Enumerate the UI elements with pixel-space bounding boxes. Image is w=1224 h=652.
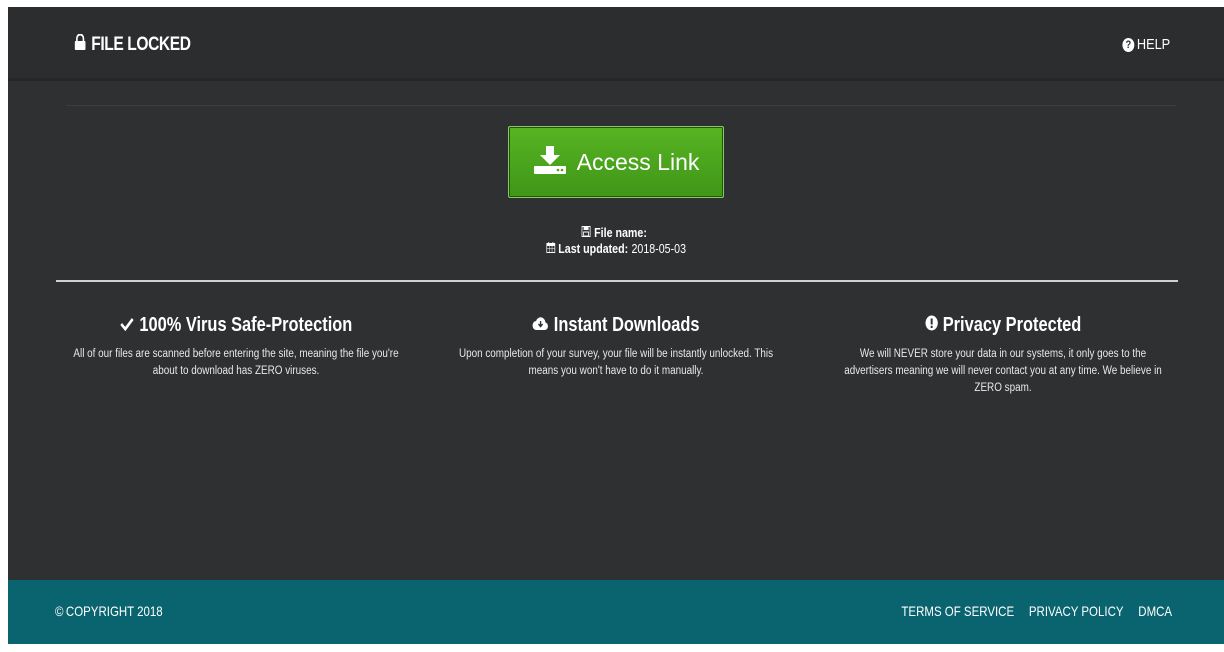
copyright-text: COPYRIGHT 2018 (65, 603, 163, 619)
page-title-text: FILE LOCKED (91, 34, 191, 55)
feature-description: We will NEVER store your data in our sys… (844, 348, 1162, 394)
feature-description: All of our files are scanned before ente… (73, 348, 399, 377)
exclamation-circle-icon (925, 314, 938, 337)
feature-title-text: Privacy Protected (942, 313, 1082, 336)
content-divider (56, 280, 1178, 282)
file-name-row: File name: (117, 225, 1114, 241)
feature-title: 100% Virus Safe-Protection (72, 312, 400, 338)
feature-title-text: Instant Downloads (553, 313, 700, 336)
page-title: FILE LOCKED (74, 33, 191, 56)
feature-virus-safe: 100% Virus Safe-Protection All of our fi… (36, 312, 436, 380)
question-circle-icon: ? (1122, 37, 1135, 52)
feature-instant-downloads: Instant Downloads Upon completion of you… (428, 312, 804, 380)
help-label: HELP (1136, 36, 1170, 53)
feature-title: Privacy Protected (843, 312, 1163, 338)
terms-of-service-link[interactable]: TERMS OF SERVICE (901, 603, 1014, 619)
download-icon (533, 145, 567, 180)
feature-title-text: 100% Virus Safe-Protection (139, 313, 353, 336)
file-name-label: File name: (594, 225, 647, 240)
access-link-label: Access Link (576, 148, 700, 175)
top-divider (66, 105, 1176, 106)
help-link[interactable]: ? HELP (1122, 36, 1170, 53)
dmca-link[interactable]: DMCA (1138, 603, 1172, 619)
last-updated-value: 2018-05-03 (631, 241, 686, 256)
privacy-policy-link[interactable]: PRIVACY POLICY (1029, 603, 1124, 619)
cloud-download-icon (532, 314, 549, 337)
footer-bar: © COPYRIGHT 2018 TERMS OF SERVICE PRIVAC… (8, 580, 1224, 644)
file-info: File name: Last updated: 2018-05-03 (8, 225, 1224, 257)
page-frame: FILE LOCKED ? HELP Access Link File name… (8, 7, 1224, 644)
calendar-icon (545, 241, 556, 257)
check-icon (120, 314, 135, 337)
last-updated-row: Last updated: 2018-05-03 (117, 241, 1114, 257)
footer-links: TERMS OF SERVICE PRIVACY POLICY DMCA (901, 603, 1172, 619)
feature-description: Upon completion of your survey, your fil… (458, 348, 774, 377)
feature-title: Instant Downloads (462, 312, 770, 338)
last-updated-label: Last updated: (558, 241, 629, 256)
feature-privacy-protected: Privacy Protected We will NEVER store yo… (808, 312, 1198, 397)
header-bar: FILE LOCKED ? HELP (8, 7, 1224, 81)
lock-icon (74, 33, 86, 56)
copyright-icon: © (55, 603, 64, 619)
copyright: © COPYRIGHT 2018 (55, 603, 163, 619)
access-link-button[interactable]: Access Link (508, 126, 724, 198)
floppy-disk-icon (581, 225, 591, 241)
